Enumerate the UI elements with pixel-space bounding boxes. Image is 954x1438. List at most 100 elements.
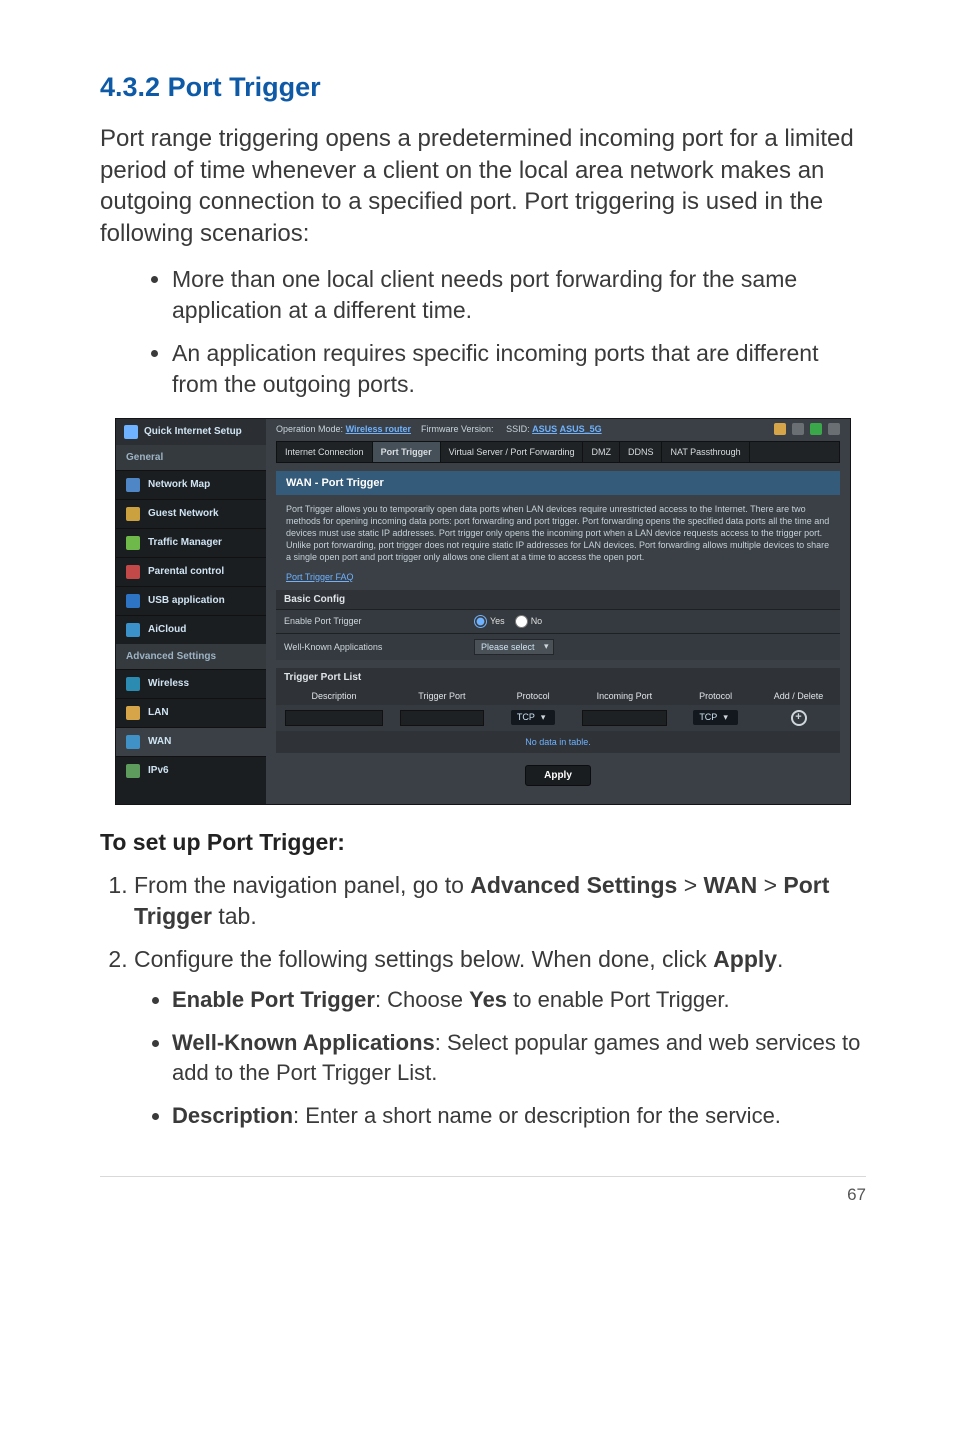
tab-virtual-server[interactable]: Virtual Server / Port Forwarding <box>441 442 584 462</box>
sidebar-item-label: IPv6 <box>148 765 169 776</box>
ssid-link[interactable]: ASUS <box>532 424 557 434</box>
apply-button[interactable]: Apply <box>525 765 591 786</box>
heading-number: 4.3.2 <box>100 72 160 102</box>
sidebar: Quick Internet Setup General Network Map… <box>116 419 266 804</box>
op-mode-label: Operation Mode: <box>276 424 343 434</box>
sidebar-item-guest-network[interactable]: Guest Network <box>116 499 266 528</box>
sidebar-item-label: Network Map <box>148 479 210 490</box>
enable-port-trigger-row: Enable Port Trigger Yes No <box>276 609 840 633</box>
sidebar-item-label: LAN <box>148 707 169 718</box>
sidebar-item-ipv6[interactable]: IPv6 <box>116 756 266 785</box>
tab-port-trigger[interactable]: Port Trigger <box>373 442 441 462</box>
sidebar-group-advanced: Advanced Settings <box>116 644 266 669</box>
tab-dmz[interactable]: DMZ <box>583 442 620 462</box>
radio-yes-label: Yes <box>490 616 505 626</box>
lan-icon <box>126 706 140 720</box>
sidebar-item-lan[interactable]: LAN <box>116 698 266 727</box>
main-panel: Operation Mode: Wireless router Firmware… <box>266 419 850 804</box>
th-protocol-2: Protocol <box>674 691 757 701</box>
wan-icon <box>126 735 140 749</box>
page-number: 67 <box>100 1176 866 1205</box>
sub-item: Well-Known Applications: Select popular … <box>172 1028 866 1090</box>
sub-settings-list: Enable Port Trigger: Choose Yes to enabl… <box>134 985 866 1132</box>
router-ui-screenshot: Quick Internet Setup General Network Map… <box>115 418 851 805</box>
step-item: Configure the following settings below. … <box>134 944 866 1132</box>
heading-title: Port Trigger <box>168 72 321 102</box>
th-trigger-port: Trigger Port <box>392 691 492 701</box>
radio-no[interactable]: No <box>515 615 543 628</box>
add-button[interactable]: + <box>791 710 807 726</box>
menu-icon[interactable] <box>828 423 840 435</box>
th-incoming-port: Incoming Port <box>575 691 675 701</box>
sidebar-item-label: AiCloud <box>148 624 186 635</box>
sidebar-item-label: WAN <box>148 736 171 747</box>
radio-yes[interactable]: Yes <box>474 615 505 628</box>
sidebar-item-label: USB application <box>148 595 225 606</box>
tab-internet-connection[interactable]: Internet Connection <box>277 442 373 462</box>
incoming-port-input[interactable] <box>582 710 667 726</box>
connect-icon[interactable] <box>810 423 822 435</box>
faq-link[interactable]: Port Trigger FAQ <box>286 572 830 582</box>
sidebar-item-network-map[interactable]: Network Map <box>116 470 266 499</box>
network-map-icon <box>126 478 140 492</box>
intro-paragraph: Port range triggering opens a predetermi… <box>100 123 866 250</box>
aicloud-icon <box>126 623 140 637</box>
sidebar-item-label: Quick Internet Setup <box>144 426 242 437</box>
sub-item: Description: Enter a short name or descr… <box>172 1101 866 1132</box>
sidebar-item-quick-setup[interactable]: Quick Internet Setup <box>116 419 266 445</box>
guest-network-icon <box>126 507 140 521</box>
trigger-port-input[interactable] <box>400 710 485 726</box>
parental-control-icon <box>126 565 140 579</box>
incoming-protocol-select[interactable]: TCP <box>693 710 738 725</box>
table-input-row: TCP TCP + <box>276 705 840 731</box>
panel-explanation: Port Trigger allows you to temporarily o… <box>276 495 840 572</box>
setup-steps: From the navigation panel, go to Advance… <box>100 870 866 1132</box>
th-description: Description <box>276 691 392 701</box>
apply-row: Apply <box>266 753 850 804</box>
scenario-list: More than one local client needs port fo… <box>100 264 866 400</box>
scenario-item: More than one local client needs port fo… <box>172 264 866 326</box>
tab-ddns[interactable]: DDNS <box>620 442 663 462</box>
sidebar-item-label: Wireless <box>148 678 189 689</box>
sidebar-item-aicloud[interactable]: AiCloud <box>116 615 266 644</box>
usb-application-icon <box>126 594 140 608</box>
header-icons <box>774 423 840 435</box>
no-data-message: No data in table. <box>276 731 840 753</box>
firmware-label: Firmware Version: <box>421 424 494 434</box>
sidebar-item-usb-application[interactable]: USB application <box>116 586 266 615</box>
refresh-icon[interactable] <box>792 423 804 435</box>
radio-no-input[interactable] <box>515 615 528 628</box>
sidebar-item-wan[interactable]: WAN <box>116 727 266 756</box>
ipv6-icon <box>126 764 140 778</box>
description-input[interactable] <box>285 710 384 726</box>
basic-config-header: Basic Config <box>276 590 840 609</box>
tab-nat-passthrough[interactable]: NAT Passthrough <box>662 442 749 462</box>
scenario-item: An application requires specific incomin… <box>172 338 866 400</box>
trigger-protocol-select[interactable]: TCP <box>511 710 556 725</box>
radio-yes-input[interactable] <box>474 615 487 628</box>
th-add-delete: Add / Delete <box>757 691 840 701</box>
sidebar-item-label: Guest Network <box>148 508 219 519</box>
section-heading: 4.3.2 Port Trigger <box>100 72 866 103</box>
ssid-link[interactable]: ASUS_5G <box>560 424 602 434</box>
user-icon[interactable] <box>774 423 786 435</box>
ssid-label: SSID: <box>506 424 530 434</box>
setup-heading: To set up Port Trigger: <box>100 829 866 856</box>
sidebar-item-traffic-manager[interactable]: Traffic Manager <box>116 528 266 557</box>
sidebar-item-parental-control[interactable]: Parental control <box>116 557 266 586</box>
quick-setup-icon <box>124 425 138 439</box>
op-mode-link[interactable]: Wireless router <box>346 424 411 434</box>
well-known-apps-label: Well-Known Applications <box>284 642 474 652</box>
table-header: Description Trigger Port Protocol Incomi… <box>276 687 840 705</box>
sidebar-group-general: General <box>116 445 266 470</box>
sidebar-item-wireless[interactable]: Wireless <box>116 669 266 698</box>
well-known-apps-select[interactable]: Please select <box>474 639 554 655</box>
sidebar-item-label: Parental control <box>148 566 224 577</box>
trigger-port-list-header: Trigger Port List <box>276 668 840 687</box>
well-known-apps-row: Well-Known Applications Please select <box>276 633 840 660</box>
wan-tabs: Internet Connection Port Trigger Virtual… <box>276 441 840 463</box>
th-protocol: Protocol <box>492 691 575 701</box>
sidebar-item-label: Traffic Manager <box>148 537 222 548</box>
traffic-manager-icon <box>126 536 140 550</box>
panel-title: WAN - Port Trigger <box>276 471 840 495</box>
